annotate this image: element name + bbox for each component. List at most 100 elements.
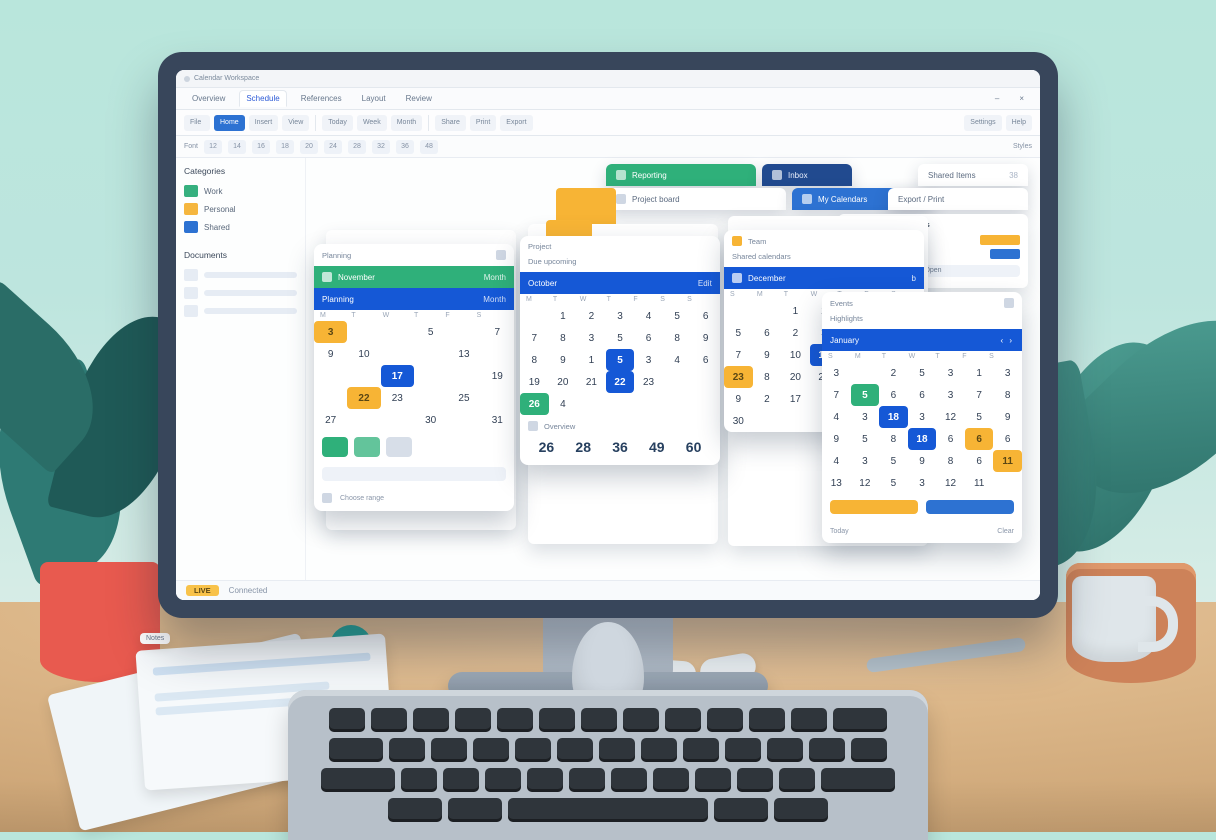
- day-cell[interactable]: [691, 393, 720, 415]
- swatch-green-2[interactable]: [354, 437, 380, 457]
- day-cell[interactable]: [993, 472, 1022, 494]
- day-cell[interactable]: [663, 371, 692, 393]
- card-c-b[interactable]: b: [911, 274, 916, 283]
- day-cell[interactable]: 25: [447, 387, 480, 409]
- day-cell[interactable]: 3: [908, 472, 937, 494]
- day-cell[interactable]: 9: [724, 388, 753, 410]
- day-cell[interactable]: [520, 305, 549, 327]
- day-cell[interactable]: 9: [822, 428, 851, 450]
- day-cell[interactable]: 3: [314, 321, 347, 343]
- ribbon-today[interactable]: Today: [322, 115, 353, 131]
- day-cell[interactable]: [381, 321, 414, 343]
- day-cell[interactable]: 1: [577, 349, 606, 371]
- day-cell[interactable]: 5: [965, 406, 994, 428]
- day-cell[interactable]: 1: [781, 300, 810, 322]
- day-cell[interactable]: 8: [753, 366, 782, 388]
- sr-n5[interactable]: 24: [324, 140, 342, 154]
- rail-doc-2[interactable]: [184, 284, 297, 302]
- day-cell[interactable]: 18: [908, 428, 937, 450]
- day-cell[interactable]: 23: [381, 387, 414, 409]
- day-cell[interactable]: 20: [781, 366, 810, 388]
- day-cell[interactable]: 4: [822, 406, 851, 428]
- day-cell[interactable]: [347, 365, 380, 387]
- swatch-grey[interactable]: [386, 437, 412, 457]
- day-cell[interactable]: 19: [481, 365, 514, 387]
- day-cell[interactable]: 3: [993, 362, 1022, 384]
- rail-doc-1[interactable]: [184, 266, 297, 284]
- day-cell[interactable]: 5: [414, 321, 447, 343]
- day-cell[interactable]: 4: [663, 349, 692, 371]
- tab-references[interactable]: References: [295, 90, 348, 107]
- day-cell[interactable]: 5: [879, 450, 908, 472]
- day-cell[interactable]: 12: [936, 472, 965, 494]
- day-cell[interactable]: 3: [634, 349, 663, 371]
- card-d-blue-btn[interactable]: [926, 500, 1014, 514]
- day-cell[interactable]: [577, 393, 606, 415]
- day-cell[interactable]: 9: [691, 327, 720, 349]
- day-cell[interactable]: 5: [663, 305, 692, 327]
- day-cell[interactable]: 4: [822, 450, 851, 472]
- sr-n4[interactable]: 20: [300, 140, 318, 154]
- day-cell[interactable]: [781, 410, 810, 432]
- day-cell[interactable]: 3: [908, 406, 937, 428]
- day-cell[interactable]: 5: [908, 362, 937, 384]
- day-cell[interactable]: 2: [577, 305, 606, 327]
- window-close[interactable]: ×: [1013, 90, 1030, 107]
- day-cell[interactable]: 6: [936, 428, 965, 450]
- card-a[interactable]: Planning November Month Planning Month M…: [314, 244, 514, 511]
- day-cell[interactable]: [414, 343, 447, 365]
- day-cell[interactable]: 7: [965, 384, 994, 406]
- tab-layout[interactable]: Layout: [356, 90, 392, 107]
- card-b-edit[interactable]: Edit: [698, 279, 712, 288]
- day-cell[interactable]: 5: [724, 322, 753, 344]
- day-cell[interactable]: 3: [822, 362, 851, 384]
- day-cell[interactable]: 2: [879, 362, 908, 384]
- card-d-clear[interactable]: Clear: [997, 528, 1014, 535]
- day-cell[interactable]: 8: [663, 327, 692, 349]
- day-cell[interactable]: 5: [606, 327, 635, 349]
- day-cell[interactable]: 8: [520, 349, 549, 371]
- chevrons[interactable]: ‹ ›: [1000, 336, 1014, 345]
- day-cell[interactable]: 6: [691, 305, 720, 327]
- sr-n6[interactable]: 28: [348, 140, 366, 154]
- day-cell[interactable]: 11: [965, 472, 994, 494]
- day-cell[interactable]: 6: [965, 428, 994, 450]
- day-cell[interactable]: [753, 300, 782, 322]
- day-cell[interactable]: 17: [781, 388, 810, 410]
- day-cell[interactable]: 11: [993, 450, 1022, 472]
- day-cell[interactable]: 26: [520, 393, 549, 415]
- day-cell[interactable]: 5: [879, 472, 908, 494]
- day-cell[interactable]: 6: [691, 349, 720, 371]
- ribbon-month[interactable]: Month: [391, 115, 422, 131]
- sr-n3[interactable]: 18: [276, 140, 294, 154]
- day-cell[interactable]: 9: [549, 349, 578, 371]
- day-cell[interactable]: [414, 387, 447, 409]
- day-cell[interactable]: 30: [414, 409, 447, 431]
- day-cell[interactable]: [851, 362, 880, 384]
- day-cell[interactable]: 3: [851, 450, 880, 472]
- day-cell[interactable]: 20: [549, 371, 578, 393]
- rail-item-personal[interactable]: Personal: [184, 200, 297, 218]
- day-cell[interactable]: [314, 387, 347, 409]
- day-cell[interactable]: 7: [481, 321, 514, 343]
- window-minimize[interactable]: –: [989, 90, 1005, 107]
- day-cell[interactable]: 21: [577, 371, 606, 393]
- rail-item-shared[interactable]: Shared: [184, 218, 297, 236]
- day-cell[interactable]: [753, 410, 782, 432]
- day-cell[interactable]: 2: [781, 322, 810, 344]
- stacktab-inbox[interactable]: Inbox: [762, 164, 852, 186]
- rail-doc-3[interactable]: [184, 302, 297, 320]
- day-cell[interactable]: 13: [822, 472, 851, 494]
- ribbon-print[interactable]: Print: [470, 115, 496, 131]
- ribbon-week[interactable]: Week: [357, 115, 387, 131]
- day-cell[interactable]: 27: [314, 409, 347, 431]
- ribbon-share[interactable]: Share: [435, 115, 466, 131]
- day-cell[interactable]: 5: [851, 384, 880, 406]
- day-cell[interactable]: 17: [381, 365, 414, 387]
- stacktab-reporting[interactable]: Reporting: [606, 164, 756, 186]
- day-cell[interactable]: 5: [851, 428, 880, 450]
- day-cell[interactable]: 23: [724, 366, 753, 388]
- day-cell[interactable]: 9: [314, 343, 347, 365]
- day-cell[interactable]: 8: [549, 327, 578, 349]
- swatch-green[interactable]: [322, 437, 348, 457]
